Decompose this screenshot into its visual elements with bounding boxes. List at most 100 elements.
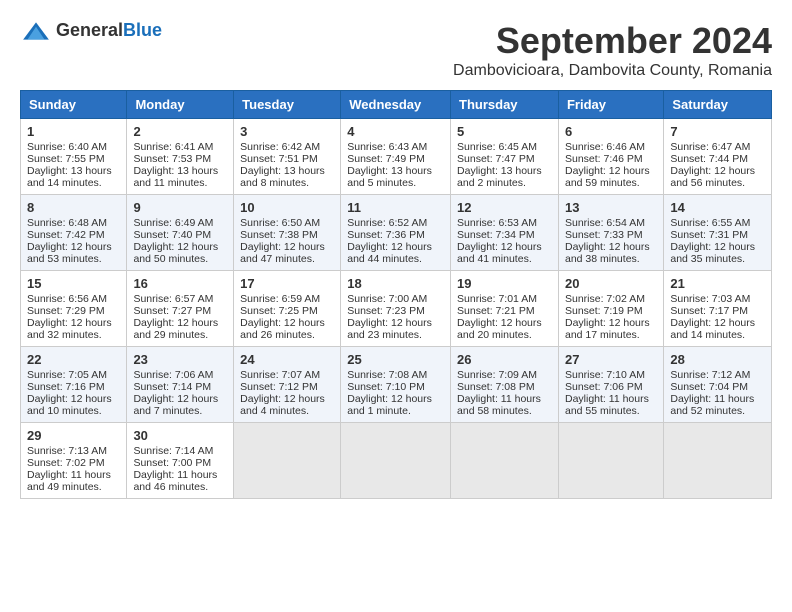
logo: GeneralBlue <box>20 20 162 41</box>
daylight-label: Daylight: 12 hours and 4 minutes. <box>240 393 325 417</box>
daylight-label: Daylight: 11 hours and 55 minutes. <box>565 393 649 417</box>
sunset-label: Sunset: 7:00 PM <box>133 457 211 469</box>
daylight-label: Daylight: 13 hours and 8 minutes. <box>240 165 325 189</box>
calendar-cell: 3 Sunrise: 6:42 AM Sunset: 7:51 PM Dayli… <box>234 119 341 195</box>
daylight-label: Daylight: 12 hours and 41 minutes. <box>457 241 542 265</box>
day-number: 11 <box>347 200 444 215</box>
sunrise-label: Sunrise: 6:54 AM <box>565 217 645 229</box>
calendar-cell: 8 Sunrise: 6:48 AM Sunset: 7:42 PM Dayli… <box>21 195 127 271</box>
day-number: 24 <box>240 352 334 367</box>
sunset-label: Sunset: 7:34 PM <box>457 229 535 241</box>
daylight-label: Daylight: 13 hours and 11 minutes. <box>133 165 218 189</box>
daylight-label: Daylight: 12 hours and 7 minutes. <box>133 393 218 417</box>
month-year: September 2024 <box>453 20 772 62</box>
sunset-label: Sunset: 7:04 PM <box>670 381 748 393</box>
daylight-label: Daylight: 11 hours and 49 minutes. <box>27 469 111 493</box>
sunrise-label: Sunrise: 6:53 AM <box>457 217 537 229</box>
sunrise-label: Sunrise: 6:48 AM <box>27 217 107 229</box>
calendar-week-row: 22 Sunrise: 7:05 AM Sunset: 7:16 PM Dayl… <box>21 347 772 423</box>
calendar-cell: 21 Sunrise: 7:03 AM Sunset: 7:17 PM Dayl… <box>664 271 772 347</box>
calendar-cell: 25 Sunrise: 7:08 AM Sunset: 7:10 PM Dayl… <box>341 347 451 423</box>
day-number: 20 <box>565 276 657 291</box>
sunrise-label: Sunrise: 7:10 AM <box>565 369 645 381</box>
daylight-label: Daylight: 11 hours and 58 minutes. <box>457 393 541 417</box>
calendar-cell <box>234 423 341 499</box>
sunrise-label: Sunrise: 6:56 AM <box>27 293 107 305</box>
day-of-week-header: Thursday <box>451 91 559 119</box>
sunrise-label: Sunrise: 6:57 AM <box>133 293 213 305</box>
daylight-label: Daylight: 12 hours and 38 minutes. <box>565 241 650 265</box>
sunrise-label: Sunrise: 6:47 AM <box>670 141 750 153</box>
day-number: 26 <box>457 352 552 367</box>
sunset-label: Sunset: 7:44 PM <box>670 153 748 165</box>
sunrise-label: Sunrise: 6:59 AM <box>240 293 320 305</box>
daylight-label: Daylight: 12 hours and 26 minutes. <box>240 317 325 341</box>
day-number: 13 <box>565 200 657 215</box>
day-number: 3 <box>240 124 334 139</box>
calendar-cell: 27 Sunrise: 7:10 AM Sunset: 7:06 PM Dayl… <box>558 347 663 423</box>
calendar-cell: 26 Sunrise: 7:09 AM Sunset: 7:08 PM Dayl… <box>451 347 559 423</box>
sunrise-label: Sunrise: 6:46 AM <box>565 141 645 153</box>
calendar-cell: 17 Sunrise: 6:59 AM Sunset: 7:25 PM Dayl… <box>234 271 341 347</box>
day-number: 8 <box>27 200 120 215</box>
day-number: 7 <box>670 124 765 139</box>
sunrise-label: Sunrise: 7:01 AM <box>457 293 537 305</box>
sunrise-label: Sunrise: 7:07 AM <box>240 369 320 381</box>
logo-icon <box>20 21 52 41</box>
daylight-label: Daylight: 12 hours and 59 minutes. <box>565 165 650 189</box>
daylight-label: Daylight: 12 hours and 56 minutes. <box>670 165 755 189</box>
calendar-cell: 14 Sunrise: 6:55 AM Sunset: 7:31 PM Dayl… <box>664 195 772 271</box>
sunrise-label: Sunrise: 6:41 AM <box>133 141 213 153</box>
calendar-cell: 11 Sunrise: 6:52 AM Sunset: 7:36 PM Dayl… <box>341 195 451 271</box>
day-number: 16 <box>133 276 227 291</box>
sunrise-label: Sunrise: 7:06 AM <box>133 369 213 381</box>
calendar-week-row: 15 Sunrise: 6:56 AM Sunset: 7:29 PM Dayl… <box>21 271 772 347</box>
calendar-cell: 30 Sunrise: 7:14 AM Sunset: 7:00 PM Dayl… <box>127 423 234 499</box>
sunset-label: Sunset: 7:23 PM <box>347 305 425 317</box>
calendar-cell: 24 Sunrise: 7:07 AM Sunset: 7:12 PM Dayl… <box>234 347 341 423</box>
daylight-label: Daylight: 12 hours and 50 minutes. <box>133 241 218 265</box>
calendar-header-row: SundayMondayTuesdayWednesdayThursdayFrid… <box>21 91 772 119</box>
calendar-cell: 2 Sunrise: 6:41 AM Sunset: 7:53 PM Dayli… <box>127 119 234 195</box>
day-number: 30 <box>133 428 227 443</box>
day-of-week-header: Wednesday <box>341 91 451 119</box>
daylight-label: Daylight: 11 hours and 46 minutes. <box>133 469 217 493</box>
day-of-week-header: Monday <box>127 91 234 119</box>
calendar-cell <box>664 423 772 499</box>
day-of-week-header: Saturday <box>664 91 772 119</box>
sunrise-label: Sunrise: 6:43 AM <box>347 141 427 153</box>
day-number: 19 <box>457 276 552 291</box>
sunrise-label: Sunrise: 7:08 AM <box>347 369 427 381</box>
sunrise-label: Sunrise: 7:12 AM <box>670 369 750 381</box>
sunrise-label: Sunrise: 7:05 AM <box>27 369 107 381</box>
logo-blue-text: Blue <box>123 20 162 40</box>
sunset-label: Sunset: 7:27 PM <box>133 305 211 317</box>
sunrise-label: Sunrise: 6:40 AM <box>27 141 107 153</box>
calendar-cell: 9 Sunrise: 6:49 AM Sunset: 7:40 PM Dayli… <box>127 195 234 271</box>
sunset-label: Sunset: 7:12 PM <box>240 381 318 393</box>
sunset-label: Sunset: 7:19 PM <box>565 305 643 317</box>
calendar-cell: 23 Sunrise: 7:06 AM Sunset: 7:14 PM Dayl… <box>127 347 234 423</box>
day-number: 2 <box>133 124 227 139</box>
day-number: 9 <box>133 200 227 215</box>
day-number: 5 <box>457 124 552 139</box>
sunset-label: Sunset: 7:33 PM <box>565 229 643 241</box>
daylight-label: Daylight: 13 hours and 5 minutes. <box>347 165 432 189</box>
day-number: 18 <box>347 276 444 291</box>
calendar-cell: 18 Sunrise: 7:00 AM Sunset: 7:23 PM Dayl… <box>341 271 451 347</box>
calendar-cell: 6 Sunrise: 6:46 AM Sunset: 7:46 PM Dayli… <box>558 119 663 195</box>
sunset-label: Sunset: 7:55 PM <box>27 153 105 165</box>
sunset-label: Sunset: 7:40 PM <box>133 229 211 241</box>
header: GeneralBlue September 2024 Dambovicioara… <box>20 20 772 80</box>
daylight-label: Daylight: 12 hours and 1 minute. <box>347 393 432 417</box>
calendar-cell: 1 Sunrise: 6:40 AM Sunset: 7:55 PM Dayli… <box>21 119 127 195</box>
sunset-label: Sunset: 7:53 PM <box>133 153 211 165</box>
location: Dambovicioara, Dambovita County, Romania <box>453 62 772 80</box>
sunset-label: Sunset: 7:08 PM <box>457 381 535 393</box>
sunset-label: Sunset: 7:06 PM <box>565 381 643 393</box>
sunset-label: Sunset: 7:36 PM <box>347 229 425 241</box>
day-of-week-header: Tuesday <box>234 91 341 119</box>
sunrise-label: Sunrise: 7:03 AM <box>670 293 750 305</box>
sunrise-label: Sunrise: 7:02 AM <box>565 293 645 305</box>
day-number: 6 <box>565 124 657 139</box>
